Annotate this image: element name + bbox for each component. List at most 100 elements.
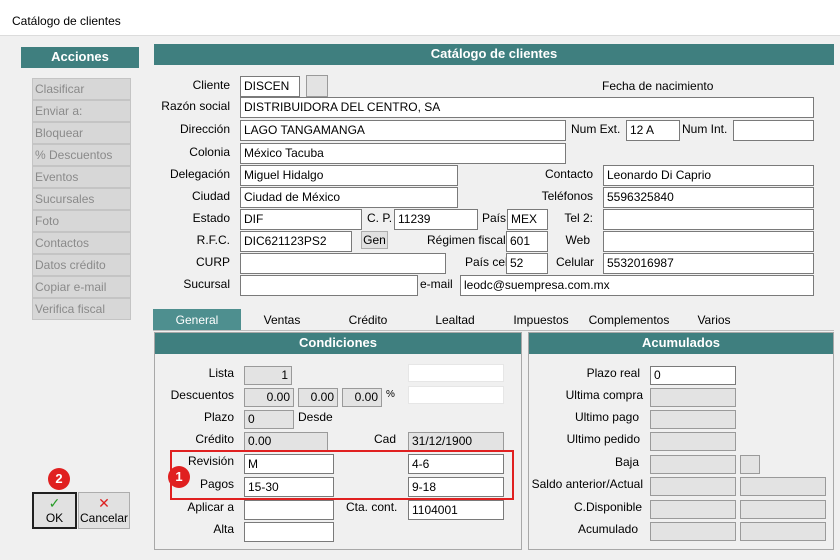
acumulados-header: Acumulados [529, 333, 833, 354]
step-badge-1: 1 [168, 466, 190, 488]
plazo-label: Plazo [203, 410, 234, 424]
tab-lealtad[interactable]: Lealtad [422, 309, 488, 331]
lista-name-field[interactable] [408, 364, 504, 382]
web-label: Web [565, 233, 590, 247]
regimen-fiscal-label: Régimen fiscal [427, 233, 506, 247]
pais-field[interactable]: MEX [507, 209, 548, 230]
num-ext-label: Num Ext. [571, 122, 621, 136]
condiciones-header: Condiciones [155, 333, 521, 354]
tel2-field[interactable] [603, 209, 814, 230]
action-eventos[interactable]: Eventos [32, 166, 131, 188]
cliente-lookup-button[interactable] [306, 75, 328, 97]
cad-field[interactable]: 31/12/1900 [408, 432, 504, 451]
action-datos-credito[interactable]: Datos crédito [32, 254, 131, 276]
pais-cel-label: País cel [465, 255, 508, 269]
ciudad-field[interactable]: Ciudad de México [240, 187, 458, 208]
estado-field[interactable]: DIF [240, 209, 362, 230]
saldo-label: Saldo anterior/Actual [531, 477, 643, 491]
razon-social-field[interactable]: DISTRIBUIDORA DEL CENTRO, SA [240, 97, 814, 118]
highlight-box [170, 450, 514, 500]
action-descuentos[interactable]: % Descuentos [32, 144, 131, 166]
step-badge-2: 2 [48, 468, 70, 490]
credito-field[interactable]: 0.00 [244, 432, 328, 451]
credito-label: Crédito [195, 432, 234, 446]
tab-general[interactable]: General [153, 309, 241, 331]
curp-field[interactable] [240, 253, 446, 274]
descuento-1-field[interactable]: 0.00 [244, 388, 294, 407]
check-icon: ✓ [48, 495, 61, 511]
catalog-header: Catálogo de clientes [154, 44, 834, 65]
tab-complementos[interactable]: Complementos [584, 309, 674, 331]
ultima-compra-label: Ultima compra [565, 388, 643, 402]
gen-button[interactable]: Gen [361, 231, 388, 249]
tab-ventas[interactable]: Ventas [248, 309, 316, 331]
c-disponible-field[interactable] [650, 500, 736, 519]
cp-label: C. P. [367, 211, 393, 225]
web-field[interactable] [603, 231, 814, 252]
baja-field[interactable] [650, 455, 736, 474]
direccion-field[interactable]: LAGO TANGAMANGA [240, 120, 566, 141]
contacto-label: Contacto [544, 167, 593, 181]
saldo-anterior-field[interactable] [650, 477, 736, 496]
descuentos-label: Descuentos [170, 388, 234, 402]
c-disponible-label: C.Disponible [573, 500, 642, 514]
ultimo-pedido-field[interactable] [650, 432, 736, 451]
alta-field[interactable] [244, 522, 334, 542]
action-verifica-fiscal[interactable]: Verifica fiscal [32, 298, 131, 320]
ciudad-label: Ciudad [191, 189, 230, 203]
celular-label: Celular [555, 255, 594, 269]
tab-credito[interactable]: Crédito [336, 309, 400, 331]
regimen-fiscal-field[interactable]: 601 [506, 231, 548, 252]
desde-label: Desde [298, 410, 333, 424]
email-label: e-mail [420, 277, 453, 291]
action-sucursales[interactable]: Sucursales [32, 188, 131, 210]
lista-field[interactable]: 1 [244, 366, 292, 385]
saldo-actual-field[interactable] [740, 477, 826, 496]
window-title: Catálogo de clientes [12, 14, 121, 28]
action-enviar[interactable]: Enviar a: [32, 100, 131, 122]
tab-varios[interactable]: Varios [686, 309, 742, 331]
ok-label: OK [45, 511, 64, 525]
action-foto[interactable]: Foto [32, 210, 131, 232]
celular-field[interactable]: 5532016987 [603, 253, 814, 274]
telefonos-field[interactable]: 5596325840 [603, 187, 814, 208]
cross-icon: ✕ [98, 495, 110, 511]
action-copiar-email[interactable]: Copiar e-mail [32, 276, 131, 298]
plazo-field[interactable]: 0 [244, 410, 294, 429]
percent-label: % [386, 389, 395, 400]
num-int-field[interactable] [733, 120, 814, 141]
delegacion-field[interactable]: Miguel Hidalgo [240, 165, 458, 186]
descuentos-extra-field[interactable] [408, 386, 504, 404]
action-bloquear[interactable]: Bloquear [32, 122, 131, 144]
sucursal-field[interactable] [240, 275, 418, 296]
rfc-field[interactable]: DIC621123PS2 [240, 231, 352, 252]
descuento-3-field[interactable]: 0.00 [342, 388, 382, 407]
telefonos-label: Teléfonos [541, 189, 593, 203]
cancel-label: Cancelar [79, 511, 129, 525]
baja-flag-field[interactable] [740, 455, 760, 474]
c-disponible-extra-field[interactable] [740, 500, 826, 519]
contacto-field[interactable]: Leonardo Di Caprio [603, 165, 814, 186]
cta-cont-field[interactable]: 1104001 [408, 500, 504, 520]
action-clasificar[interactable]: Clasificar [32, 78, 131, 100]
cp-field[interactable]: 11239 [394, 209, 478, 230]
plazo-real-label: Plazo real [586, 366, 640, 380]
pais-cel-field[interactable]: 52 [506, 253, 548, 274]
cancel-button[interactable]: ✕ Cancelar [78, 492, 130, 529]
acumulado-extra-field[interactable] [740, 522, 826, 541]
aplicar-a-label: Aplicar a [187, 500, 234, 514]
lista-label: Lista [208, 366, 234, 380]
ultima-compra-field[interactable] [650, 388, 736, 407]
tab-impuestos[interactable]: Impuestos [508, 309, 574, 331]
ultimo-pago-field[interactable] [650, 410, 736, 429]
acumulado-field[interactable] [650, 522, 736, 541]
colonia-field[interactable]: México Tacuba [240, 143, 566, 164]
aplicar-a-field[interactable] [244, 500, 334, 520]
plazo-real-field[interactable]: 0 [650, 366, 736, 385]
descuento-2-field[interactable]: 0.00 [298, 388, 338, 407]
email-field[interactable]: leodc@suempresa.com.mx [460, 275, 814, 296]
cliente-field[interactable]: DISCEN [240, 76, 300, 97]
action-contactos[interactable]: Contactos [32, 232, 131, 254]
ok-button[interactable]: ✓ OK [32, 492, 77, 529]
num-ext-field[interactable]: 12 A [626, 120, 680, 141]
